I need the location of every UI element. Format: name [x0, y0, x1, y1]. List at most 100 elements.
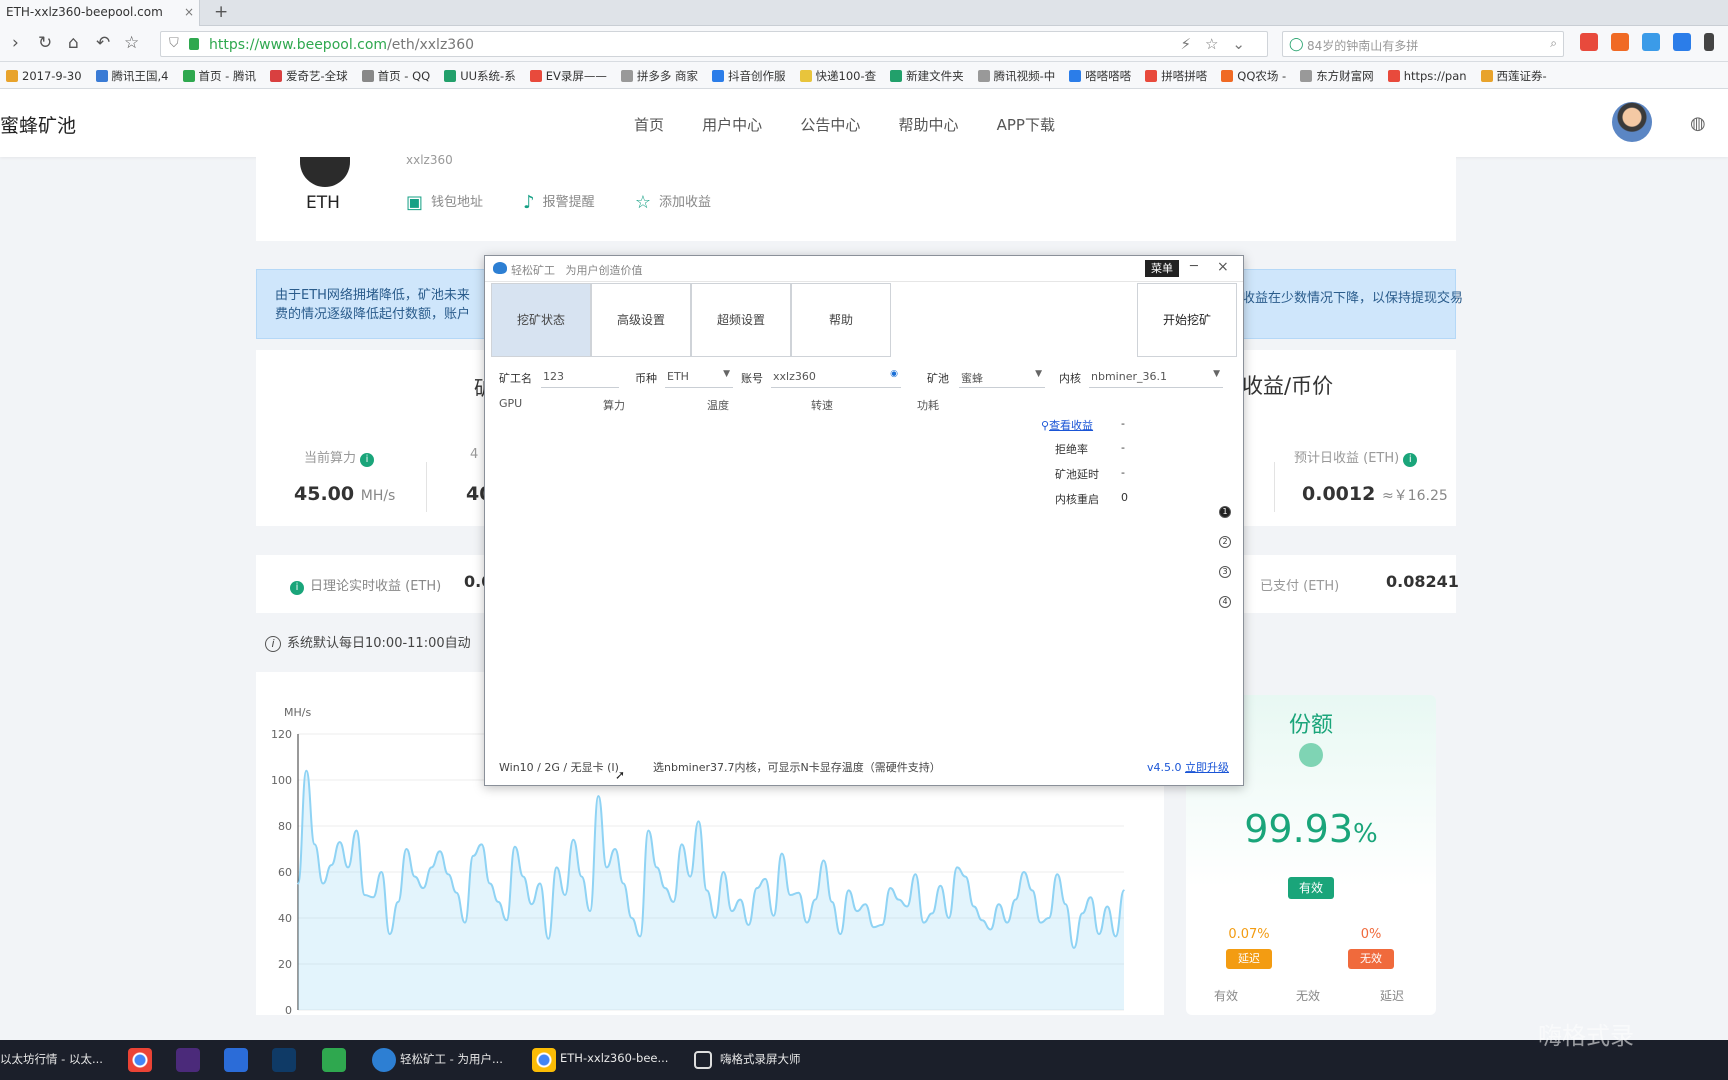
site-logo[interactable]: 蜜蜂矿池	[0, 111, 76, 138]
est-daily-number: 0.0012	[1302, 483, 1376, 505]
data-point	[530, 903, 533, 905]
data-point	[872, 926, 875, 928]
bookmark-icon	[620, 70, 633, 82]
nav-help[interactable]: 帮助中心	[898, 114, 958, 135]
view-income-link[interactable]: ⚲查看收益	[1041, 417, 1093, 433]
game-extension-icon[interactable]	[1611, 33, 1629, 51]
side-dot-4[interactable]: 4	[1219, 596, 1231, 608]
bookmark-item[interactable]: 腾讯视频-中	[972, 62, 1064, 84]
nav-announcements[interactable]: 公告中心	[800, 114, 860, 135]
minimize-button[interactable]: ─	[1190, 259, 1198, 274]
y-tick-label: 100	[271, 774, 292, 787]
search-input[interactable]: ◯ 84岁的钟南山有多拼 ⌕	[1282, 31, 1564, 57]
data-point	[489, 882, 491, 885]
bookmark-item[interactable]: 东方财富网	[1294, 62, 1382, 84]
side-dot-2[interactable]: 2	[1219, 536, 1231, 548]
bookmark-item[interactable]: 2017-9-30	[0, 63, 90, 83]
start-mining-button[interactable]: 开始挖矿	[1137, 283, 1237, 357]
bookmark-item[interactable]: https://pan	[1382, 63, 1475, 83]
avg-hashrate-label: 4	[470, 447, 479, 462]
forward-icon[interactable]: ›	[12, 33, 19, 53]
data-point	[680, 843, 683, 846]
bookmark-item[interactable]: 抖音创作服	[706, 62, 794, 84]
bookmark-item[interactable]: 拼多多 商家	[615, 62, 706, 84]
translate2-extension-icon[interactable]	[1673, 33, 1691, 51]
wallet-address-link[interactable]: ▣ 钱包地址	[406, 191, 483, 213]
undo-icon[interactable]: ↶	[96, 33, 110, 53]
coin-username: xxlz360	[406, 153, 453, 167]
bookmark-label: 拼多多 商家	[636, 69, 698, 83]
nav-user-center[interactable]: 用户中心	[702, 114, 762, 135]
upgrade-link[interactable]: 立即升级	[1185, 761, 1229, 774]
add-watch-link[interactable]: ☆ 添加收益	[635, 191, 711, 213]
info-icon[interactable]: i	[290, 581, 304, 595]
photoshop-icon[interactable]	[272, 1048, 296, 1072]
bookmark-item[interactable]: 新建文件夹	[884, 62, 972, 84]
bookmark-item[interactable]: 首页 - QQ	[356, 62, 439, 84]
bookmark-item[interactable]: 嗒嗒嗒嗒	[1063, 62, 1139, 84]
bookmark-item[interactable]: QQ农场 -	[1215, 62, 1294, 84]
data-point	[964, 875, 967, 878]
browser-navbar: › ↻ ⌂ ↶ ☆ ⛉ https://www.beepool.com/eth/…	[0, 26, 1728, 62]
data-point	[939, 885, 942, 887]
translate-extension-icon[interactable]	[1642, 33, 1660, 51]
nav-app-download[interactable]: APP下载	[997, 114, 1055, 135]
data-point	[1114, 935, 1117, 938]
side-dot-1[interactable]: 1	[1219, 506, 1231, 518]
browser-tab[interactable]: ETH-xxlz360-beepool.com ×	[0, 0, 200, 26]
address-bar[interactable]: ⛉ https://www.beepool.com/eth/xxlz360 ⚡☆…	[160, 31, 1268, 57]
kernel-select[interactable]: nbminer_36.1 ▼	[1089, 366, 1223, 388]
bird-app-icon[interactable]	[224, 1048, 248, 1072]
premiere-icon[interactable]	[176, 1048, 200, 1072]
search-engine-icon: ◯	[1289, 37, 1304, 52]
side-dot-3[interactable]: 3	[1219, 566, 1231, 578]
alert-link[interactable]: ♪ 报警提醒	[523, 191, 595, 213]
bookmark-item[interactable]: 拼嗒拼嗒	[1139, 62, 1215, 84]
new-tab-button[interactable]: +	[214, 2, 228, 22]
tab-advanced-settings[interactable]: 高级设置	[591, 283, 691, 357]
close-button[interactable]: ×	[1217, 259, 1229, 275]
bookmark-item[interactable]: 爱奇艺-全球	[264, 62, 356, 84]
search-icon[interactable]: ⌕	[1550, 36, 1557, 51]
bookmark-item[interactable]: 腾讯王国,4	[90, 62, 177, 84]
taskbar-browser[interactable]: ETH-xxlz360-bee...	[560, 1051, 668, 1065]
taskbar-recorder[interactable]: 嗨格式录屏大师	[720, 1051, 801, 1067]
miner-taskbar-icon	[372, 1048, 396, 1072]
bookmark-item[interactable]: UU系统-系	[438, 62, 523, 84]
bookmark-star-icon[interactable]: ☆	[124, 33, 139, 53]
apps-icon[interactable]	[1580, 33, 1598, 51]
address-bar-icons[interactable]: ⚡☆⌄	[1180, 35, 1259, 53]
bookmark-item[interactable]: 西莲证券-	[1475, 62, 1555, 84]
file-manager-icon[interactable]	[322, 1048, 346, 1072]
reload-icon[interactable]: ↻	[38, 33, 52, 53]
bookmark-icon	[6, 70, 18, 82]
bookmark-label: 西莲证券-	[1496, 69, 1547, 83]
tab-mining-status[interactable]: 挖矿状态	[491, 283, 591, 357]
menu-button[interactable]: 菜单	[1145, 260, 1179, 277]
avatar[interactable]	[1612, 102, 1652, 142]
tab-close-icon[interactable]: ×	[184, 5, 194, 19]
bookmark-item[interactable]: 首页 - 腾讯	[177, 62, 264, 84]
bookmark-item[interactable]: 快递100-查	[794, 62, 885, 84]
close-sidebar-icon[interactable]	[1704, 33, 1714, 51]
tab-help[interactable]: 帮助	[791, 283, 891, 357]
account-input[interactable]: xxlz360 ◉	[771, 366, 901, 388]
miner-titlebar[interactable]: 轻松矿工 为用户创造价值 菜单 ─ ×	[485, 256, 1243, 282]
language-globe-icon[interactable]: ◍	[1690, 113, 1706, 134]
eye-icon[interactable]: ◉	[890, 369, 898, 379]
bookmark-item[interactable]: EV录屏——	[524, 62, 615, 84]
taskbar-miner[interactable]: 轻松矿工 - 为用户...	[400, 1051, 503, 1067]
home-icon[interactable]: ⌂	[68, 33, 79, 53]
data-point	[739, 898, 742, 901]
tab-overclock-settings[interactable]: 超频设置	[691, 283, 791, 357]
info-icon[interactable]: i	[360, 453, 375, 467]
pool-select[interactable]: 蜜蜂 ▼	[959, 366, 1045, 388]
info-icon[interactable]: i	[1403, 453, 1418, 467]
coin-select[interactable]: ETH ▼	[665, 366, 733, 388]
taskbar-eth-price[interactable]: 以太坊行情 - 以太...	[0, 1051, 103, 1067]
data-point	[647, 829, 650, 832]
miner-subtitle: 为用户创造价值	[565, 264, 643, 277]
chrome-icon[interactable]	[128, 1048, 152, 1072]
worker-name-input[interactable]: 123	[541, 366, 619, 388]
nav-home[interactable]: 首页	[634, 114, 664, 135]
